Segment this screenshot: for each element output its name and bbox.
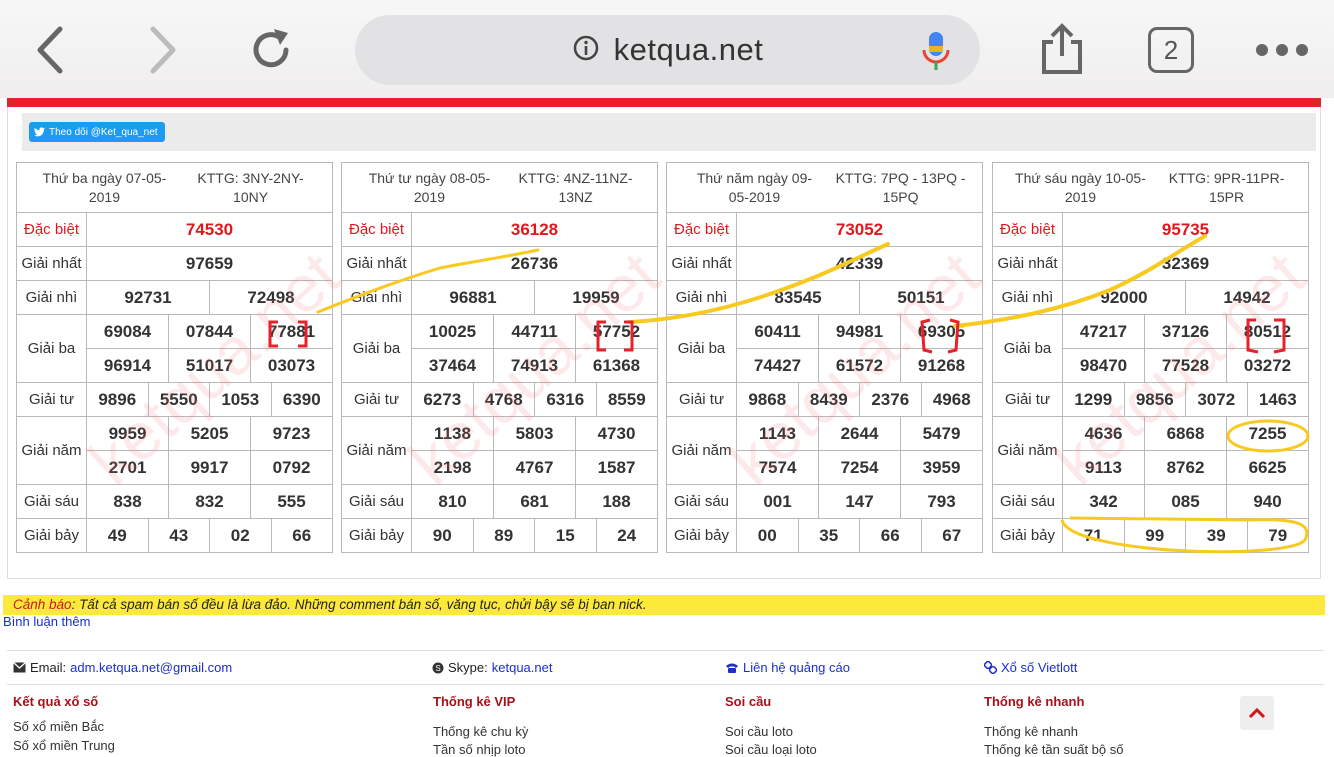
footer-link[interactable]: Số xổ miền Trung [13, 738, 115, 753]
svg-text:S: S [435, 664, 440, 673]
footer-link[interactable]: Số xổ miền Bắc [13, 719, 104, 734]
ads-contact[interactable]: Liên hệ quảng cáo [725, 660, 850, 675]
more-comments-link[interactable]: Bình luận thêm [3, 614, 90, 629]
column-title-thongke: Thống kê nhanh [984, 694, 1085, 709]
back-to-top-button[interactable] [1240, 696, 1274, 730]
chevron-up-icon [1248, 707, 1266, 719]
link-icon [984, 661, 997, 674]
skype-contact: S Skype: ketqua.net [432, 660, 552, 675]
annotation-overlay [268, 234, 1310, 554]
contact-row: Email: adm.ketqua.net@gmail.com S Skype:… [7, 650, 1324, 685]
column-title-ketqua: Kết quả xổ số [13, 694, 99, 709]
column-title-vip: Thống kê VIP [433, 694, 516, 709]
skype-icon: S [432, 662, 444, 673]
footer-link[interactable]: Thống kê nhanh [984, 724, 1078, 739]
phone-icon [726, 663, 738, 673]
email-contact: Email: adm.ketqua.net@gmail.com [13, 660, 232, 675]
email-icon [13, 662, 26, 673]
skype-link[interactable]: ketqua.net [492, 660, 553, 675]
footer-link[interactable]: Thống kê chu kỳ [433, 724, 528, 739]
email-link[interactable]: adm.ketqua.net@gmail.com [70, 660, 232, 675]
spam-warning: Cảnh báo: Tất cả spam bán số đều là lừa … [3, 595, 1325, 615]
vietlott-link[interactable]: Xổ số Vietlott [984, 660, 1077, 675]
column-title-soicau: Soi cầu [725, 694, 772, 709]
footer-link[interactable]: Soi cầu loto [725, 724, 793, 739]
